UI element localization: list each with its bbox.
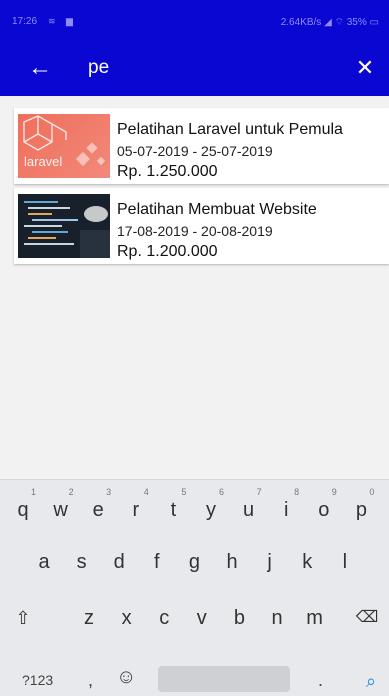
key-p[interactable]: p0 [346,487,376,530]
course-price: Rp. 1.200.000 [117,243,218,260]
status-time: 17:26 [12,16,38,27]
course-thumbnail [18,194,110,258]
wifi-status-icon: ⌔ [334,17,344,28]
course-title: Pelatihan Laravel untuk Pemula [117,121,343,138]
key-u[interactable]: u7 [234,487,264,530]
clear-search-icon[interactable]: ✕ [351,54,379,82]
key-hint: 7 [256,487,262,497]
code-screen-image [18,194,110,258]
key-hint: 9 [331,487,337,497]
key-c[interactable]: c [149,598,179,638]
wifi-icon: ≋ [48,16,56,26]
key-f[interactable]: f [142,542,172,582]
key-r[interactable]: r4 [121,487,151,530]
key-h[interactable]: h [217,542,247,582]
numbers-key[interactable]: ?123 [22,672,53,688]
key-d[interactable]: d [104,542,134,582]
key-i[interactable]: i8 [271,487,301,530]
key-g[interactable]: g [179,542,209,582]
key-hint: 1 [30,487,36,497]
key-hint: 8 [294,487,300,497]
key-hint: 2 [68,487,74,497]
key-j[interactable]: j [255,542,285,582]
shift-icon[interactable]: ⇧ [8,598,38,638]
laravel-wordmark: laravel [24,154,63,169]
key-hint: 6 [218,487,224,497]
app-bar: ← pe ✕ [0,40,389,96]
course-title: Pelatihan Membuat Website [117,201,317,218]
backspace-icon[interactable]: ⌫ [352,598,382,638]
battery-icon: ▭ [369,17,379,28]
result-card[interactable]: laravel Pelatihan Laravel untuk Pemula 0… [14,108,389,184]
course-price: Rp. 1.250.000 [117,163,218,180]
key-y[interactable]: y6 [196,487,226,530]
key-n[interactable]: n [262,598,292,638]
soft-keyboard: q1w2e3r4t5y6u7i8o9p0 asdfghjkl zxcvbnm ⇧… [0,479,389,696]
comma-key[interactable]: , [88,670,93,691]
result-card[interactable]: Pelatihan Membuat Website 17-08-2019 - 2… [14,188,389,264]
key-l[interactable]: l [330,542,360,582]
status-right: 2.64KB/s ◢ ⌔ 35% ▭ [281,16,379,29]
signal-icon: ◢ [324,17,332,28]
key-z[interactable]: z [74,598,104,638]
photo-icon: ▆ [66,16,73,26]
key-b[interactable]: b [224,598,254,638]
course-date: 17-08-2019 - 20-08-2019 [117,223,273,239]
status-bar: 17:26 ≋ ▆ 2.64KB/s ◢ ⌔ 35% ▭ [0,0,389,40]
battery-percent: 35% [346,17,367,28]
search-icon[interactable]: ⌕ [356,666,386,696]
network-speed: 2.64KB/s [280,17,322,28]
key-k[interactable]: k [292,542,322,582]
key-m[interactable]: m [300,598,330,638]
key-q[interactable]: q1 [8,487,38,530]
search-input[interactable]: pe [88,57,109,79]
back-arrow-icon[interactable]: ← [26,54,54,82]
key-x[interactable]: x [112,598,142,638]
course-thumbnail: laravel [18,114,110,178]
course-date: 05-07-2019 - 25-07-2019 [117,143,273,159]
key-hint: 0 [369,487,375,497]
space-bar[interactable] [158,666,290,692]
key-v[interactable]: v [187,598,217,638]
key-t[interactable]: t5 [158,487,188,530]
key-hint: 3 [106,487,112,497]
key-w[interactable]: w2 [46,487,76,530]
key-o[interactable]: o9 [309,487,339,530]
period-key[interactable]: . [318,670,323,691]
key-a[interactable]: a [29,542,59,582]
key-hint: 4 [143,487,149,497]
key-hint: 5 [181,487,187,497]
key-s[interactable]: s [67,542,97,582]
smiley-icon[interactable]: ☺ [116,666,136,689]
key-e[interactable]: e3 [83,487,113,530]
